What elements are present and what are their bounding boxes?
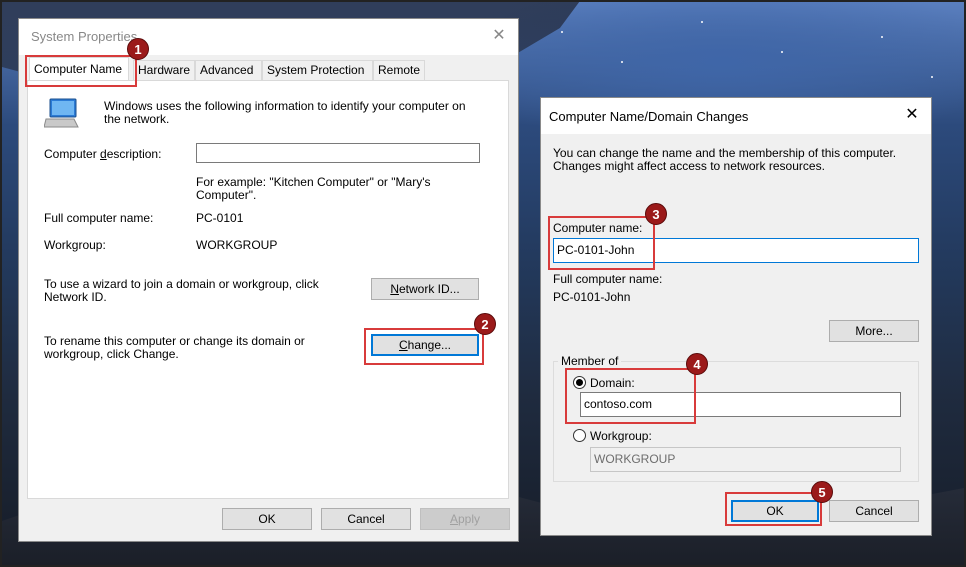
dialog-title-bar: Computer Name/Domain Changes ✕ [541, 98, 931, 134]
workgroup-label: Workgroup: [44, 238, 106, 252]
network-id-button[interactable]: Network ID... [371, 278, 479, 300]
wizard-text: To use a wizard to join a domain or work… [44, 277, 319, 304]
tab-advanced[interactable]: Advanced [195, 60, 262, 80]
tab-hardware[interactable]: Hardware [133, 60, 195, 80]
computer-description-input[interactable] [196, 143, 480, 163]
close-icon[interactable]: ✕ [490, 27, 508, 45]
workgroup-radio-label: Workgroup: [590, 429, 652, 443]
callout-2: 2 [474, 313, 496, 335]
computer-monitor-icon [44, 98, 79, 128]
intro-text: Windows uses the following information t… [104, 99, 466, 126]
example-text: For example: "Kitchen Computer" or "Mary… [196, 175, 431, 202]
callout-5: 5 [811, 481, 833, 503]
tab-system-protection[interactable]: System Protection [262, 60, 373, 80]
highlight-domain-field [565, 368, 696, 424]
window-title: System Properties [31, 29, 138, 44]
highlight-computer-name-tab [25, 55, 137, 87]
callout-3: 3 [645, 203, 667, 225]
dialog-cancel-button[interactable]: Cancel [829, 500, 919, 522]
full-computer-name-value: PC-0101 [196, 211, 244, 225]
dialog-full-name-value: PC-0101-John [553, 290, 631, 304]
workgroup-value: WORKGROUP [196, 238, 278, 252]
workgroup-input: WORKGROUP [590, 447, 901, 472]
rename-text: To rename this computer or change its do… [44, 334, 305, 361]
cancel-button[interactable]: Cancel [321, 508, 411, 530]
computer-description-label: Computer description: [44, 147, 162, 161]
more-button[interactable]: More... [829, 320, 919, 342]
title-bar: System Properties ✕ [19, 19, 518, 55]
dialog-intro-text: You can change the name and the membersh… [553, 146, 897, 173]
member-of-label: Member of [558, 355, 622, 368]
dialog-title: Computer Name/Domain Changes [549, 109, 749, 124]
dialog-full-name-label: Full computer name: [553, 272, 663, 286]
close-icon[interactable]: ✕ [903, 106, 921, 124]
callout-4: 4 [686, 353, 708, 375]
tab-remote[interactable]: Remote [373, 60, 425, 80]
highlight-ok-button [725, 492, 822, 526]
highlight-computer-name-field [548, 216, 655, 270]
apply-button: Apply [420, 508, 510, 530]
ok-button[interactable]: OK [222, 508, 312, 530]
highlight-change-button [364, 328, 484, 365]
workgroup-radio[interactable] [573, 429, 586, 442]
callout-1: 1 [127, 38, 149, 60]
full-computer-name-label: Full computer name: [44, 211, 154, 225]
